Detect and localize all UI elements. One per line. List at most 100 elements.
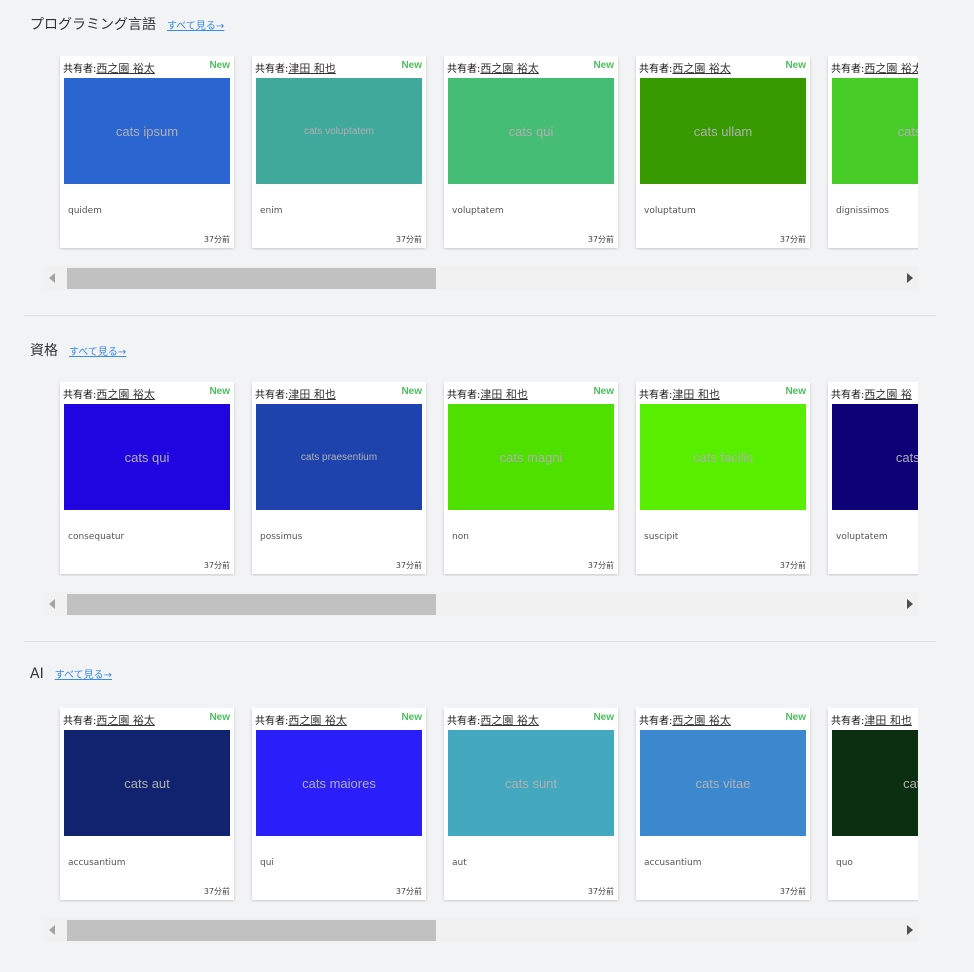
card[interactable]: 共有者:津田 和也 New cats voluptatem enim 37分前 xyxy=(252,56,426,248)
owner-link[interactable]: 西之園 裕太 xyxy=(864,62,918,75)
card[interactable]: 共有者:西之園 裕太 New cats vitae accusantium 37分前 xyxy=(636,708,810,900)
card-thumbnail[interactable]: cats ipsum xyxy=(64,78,230,184)
thumbnail-label: cats qui xyxy=(124,449,170,465)
owner-link[interactable]: 津田 和也 xyxy=(480,388,528,401)
card-thumbnail[interactable]: cats maiores xyxy=(256,730,422,836)
card-description: quidem xyxy=(68,206,102,216)
card-timestamp: 37分前 xyxy=(587,887,614,896)
thumbnail-label: cats qui xyxy=(508,123,554,139)
card-timestamp: 37分前 xyxy=(203,561,230,570)
scrollbar-thumb[interactable] xyxy=(67,594,436,615)
section-title: プログラミング言語 xyxy=(30,17,156,33)
new-badge: New xyxy=(593,386,614,397)
scroll-left-arrow-icon[interactable] xyxy=(49,925,55,935)
owner-link[interactable]: 西之園 裕太 xyxy=(672,714,731,727)
card[interactable]: 共有者:津田 和也 New cats praesentium possimus 37分前 xyxy=(252,382,426,574)
card-owner-row: 共有者:西之園 裕 xyxy=(831,386,918,402)
see-all-link[interactable]: すべて見る→ xyxy=(55,666,112,681)
card-owner-row: 共有者:西之園 裕太 New xyxy=(447,60,614,76)
new-badge: New xyxy=(785,386,806,397)
scroll-right-arrow-icon[interactable] xyxy=(907,925,913,935)
card-thumbnail[interactable]: cats d xyxy=(832,78,918,184)
card-thumbnail[interactable]: cats facilis xyxy=(640,404,806,510)
card-owner-row: 共有者:西之園 裕太 New xyxy=(255,712,422,728)
horizontal-scrollbar[interactable] xyxy=(44,918,918,942)
owner-link[interactable]: 津田 和也 xyxy=(864,714,912,727)
card-owner-row: 共有者:西之園 裕太 New xyxy=(639,712,806,728)
owner-prefix: 共有者: xyxy=(639,390,673,401)
card-thumbnail[interactable]: cats aut xyxy=(64,730,230,836)
card-timestamp: 37分前 xyxy=(779,561,806,570)
scroll-right-arrow-icon[interactable] xyxy=(907,273,913,283)
owner-link[interactable]: 西之園 裕 xyxy=(864,388,912,401)
thumbnail-label: cats facilis xyxy=(693,449,753,465)
card-thumbnail[interactable]: cats magni xyxy=(448,404,614,510)
category-section: AI すべて見る→ 共有者:西之園 裕太 New cats aut accusantium… xyxy=(0,652,974,972)
scroll-left-arrow-icon[interactable] xyxy=(49,273,55,283)
owner-link[interactable]: 津田 和也 xyxy=(672,388,720,401)
new-badge: New xyxy=(401,60,422,71)
card-carousel: 共有者:西之園 裕太 New cats aut accusantium 37分前 共有者:… xyxy=(52,708,918,902)
card-owner-row: 共有者:津田 和也 New xyxy=(639,386,806,402)
card-description: accusantium xyxy=(68,858,126,868)
thumbnail-label: cats xyxy=(903,775,918,791)
card-thumbnail[interactable]: cats qui xyxy=(64,404,230,510)
new-badge: New xyxy=(593,712,614,723)
card[interactable]: 共有者:西之園 裕太 New cats ipsum quidem 37分前 xyxy=(60,56,234,248)
card-owner-row: 共有者:西之園 裕太 xyxy=(831,60,918,76)
owner-link[interactable]: 西之園 裕太 xyxy=(480,714,539,727)
card[interactable]: 共有者:西之園 裕太 New cats maiores qui 37分前 xyxy=(252,708,426,900)
scroll-left-arrow-icon[interactable] xyxy=(49,599,55,609)
see-all-link[interactable]: すべて見る→ xyxy=(167,17,224,32)
card-description: voluptatum xyxy=(644,206,696,216)
card-description: consequatur xyxy=(68,532,125,542)
card[interactable]: 共有者:西之園 裕太 New cats sunt aut 37分前 xyxy=(444,708,618,900)
scrollbar-thumb[interactable] xyxy=(67,268,436,289)
owner-link[interactable]: 西之園 裕太 xyxy=(288,714,347,727)
thumbnail-label: cats maiores xyxy=(302,775,376,791)
owner-link[interactable]: 西之園 裕太 xyxy=(96,62,155,75)
card[interactable]: 共有者:西之園 裕太 New cats qui consequatur 37分前 xyxy=(60,382,234,574)
card[interactable]: 共有者:西之園 裕太 New cats qui voluptatem 37分前 xyxy=(444,56,618,248)
owner-link[interactable]: 西之園 裕太 xyxy=(480,62,539,75)
card-description: non xyxy=(452,532,469,542)
owner-link[interactable]: 津田 和也 xyxy=(288,62,336,75)
card-thumbnail[interactable]: cats qui xyxy=(448,78,614,184)
owner-link[interactable]: 西之園 裕太 xyxy=(96,714,155,727)
card-description: accusantium xyxy=(644,858,702,868)
card-thumbnail[interactable]: cats vitae xyxy=(640,730,806,836)
new-badge: New xyxy=(401,712,422,723)
owner-link[interactable]: 西之園 裕太 xyxy=(672,62,731,75)
card[interactable]: 共有者:西之園 裕太 New cats ullam voluptatum 37分前 xyxy=(636,56,810,248)
horizontal-scrollbar[interactable] xyxy=(44,592,918,616)
card-owner-row: 共有者:西之園 裕太 New xyxy=(639,60,806,76)
owner-link[interactable]: 西之園 裕太 xyxy=(96,388,155,401)
card-thumbnail[interactable]: cats m xyxy=(832,404,918,510)
section-divider xyxy=(24,315,936,316)
owner-prefix: 共有者: xyxy=(447,390,481,401)
card[interactable]: 共有者:西之園 裕 cats m voluptatem xyxy=(828,382,918,574)
card[interactable]: 共有者:西之園 裕太 New cats aut accusantium 37分前 xyxy=(60,708,234,900)
see-all-link[interactable]: すべて見る→ xyxy=(69,343,126,358)
owner-prefix: 共有者: xyxy=(831,716,865,727)
horizontal-scrollbar[interactable] xyxy=(44,266,918,290)
card-thumbnail[interactable]: cats xyxy=(832,730,918,836)
scrollbar-thumb[interactable] xyxy=(67,920,436,941)
card-description: voluptatem xyxy=(452,206,504,216)
scroll-right-arrow-icon[interactable] xyxy=(907,599,913,609)
card-timestamp: 37分前 xyxy=(395,887,422,896)
card[interactable]: 共有者:津田 和也 cats quo xyxy=(828,708,918,900)
card-thumbnail[interactable]: cats praesentium xyxy=(256,404,422,510)
new-badge: New xyxy=(209,386,230,397)
owner-prefix: 共有者: xyxy=(255,390,289,401)
card[interactable]: 共有者:西之園 裕太 cats d dignissimos xyxy=(828,56,918,248)
card[interactable]: 共有者:津田 和也 New cats facilis suscipit 37分前 xyxy=(636,382,810,574)
card-thumbnail[interactable]: cats ullam xyxy=(640,78,806,184)
card-thumbnail[interactable]: cats sunt xyxy=(448,730,614,836)
card[interactable]: 共有者:津田 和也 New cats magni non 37分前 xyxy=(444,382,618,574)
thumbnail-label: cats ullam xyxy=(693,123,753,139)
owner-link[interactable]: 津田 和也 xyxy=(288,388,336,401)
thumbnail-label: cats voluptatem xyxy=(303,125,375,137)
thumbnail-label: cats vitae xyxy=(695,775,751,791)
card-thumbnail[interactable]: cats voluptatem xyxy=(256,78,422,184)
